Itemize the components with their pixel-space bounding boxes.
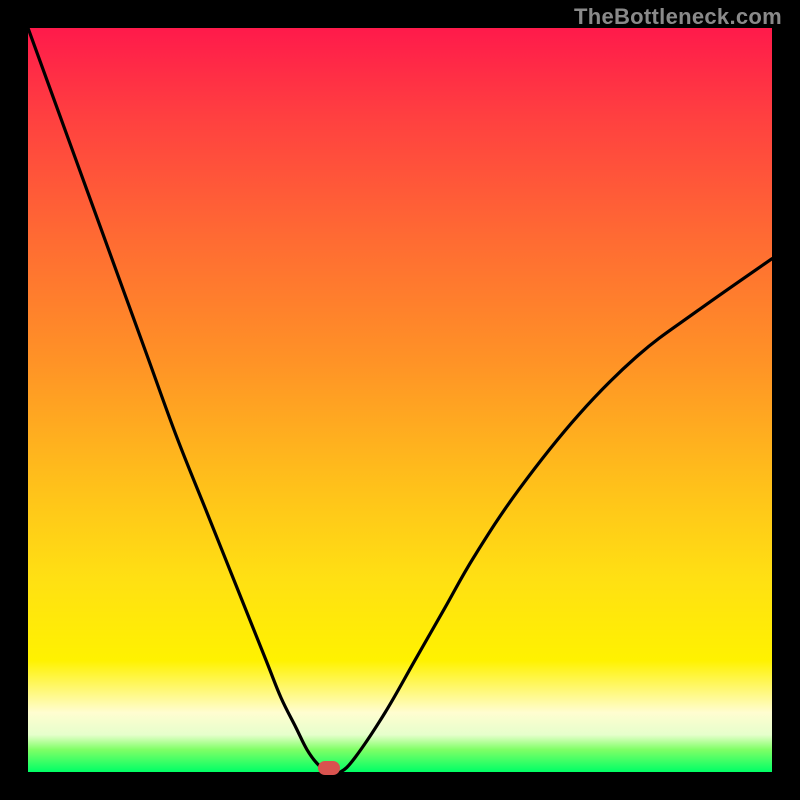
- chart-frame: TheBottleneck.com: [0, 0, 800, 800]
- plot-area: [28, 28, 772, 772]
- curve-svg: [28, 28, 772, 772]
- bottleneck-curve: [28, 28, 772, 772]
- optimum-marker: [318, 761, 340, 775]
- watermark-text: TheBottleneck.com: [574, 4, 782, 30]
